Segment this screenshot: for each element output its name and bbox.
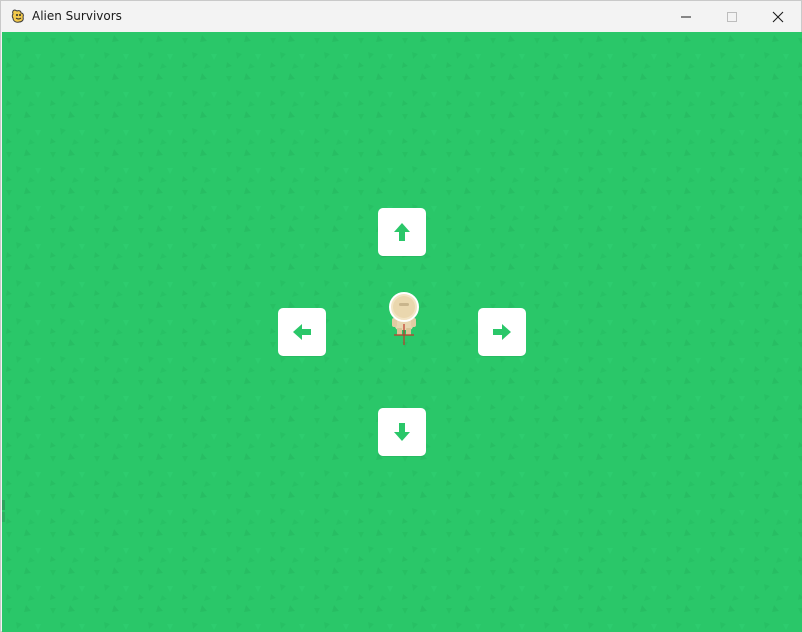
down-arrow-key <box>378 408 426 456</box>
right-arrow-key <box>478 308 526 356</box>
arrow-left-icon <box>293 324 311 340</box>
game-canvas[interactable] <box>2 32 802 632</box>
close-button[interactable] <box>755 1 801 32</box>
game-window: Alien Survivors <box>0 0 802 632</box>
left-arrow-key <box>278 308 326 356</box>
edge-marker <box>2 500 5 522</box>
minimize-button[interactable] <box>663 1 709 32</box>
window-title: Alien Survivors <box>32 9 122 23</box>
close-icon <box>772 11 784 22</box>
arrow-up-icon <box>394 223 410 241</box>
arrow-down-icon <box>394 423 410 441</box>
title-bar[interactable]: Alien Survivors <box>1 1 801 32</box>
maximize-icon <box>727 11 737 22</box>
astronaut-player <box>389 292 419 345</box>
up-arrow-key <box>378 208 426 256</box>
app-icon <box>10 8 26 24</box>
maximize-button[interactable] <box>709 1 755 32</box>
arrow-right-icon <box>493 324 511 340</box>
minimize-icon <box>681 16 691 17</box>
